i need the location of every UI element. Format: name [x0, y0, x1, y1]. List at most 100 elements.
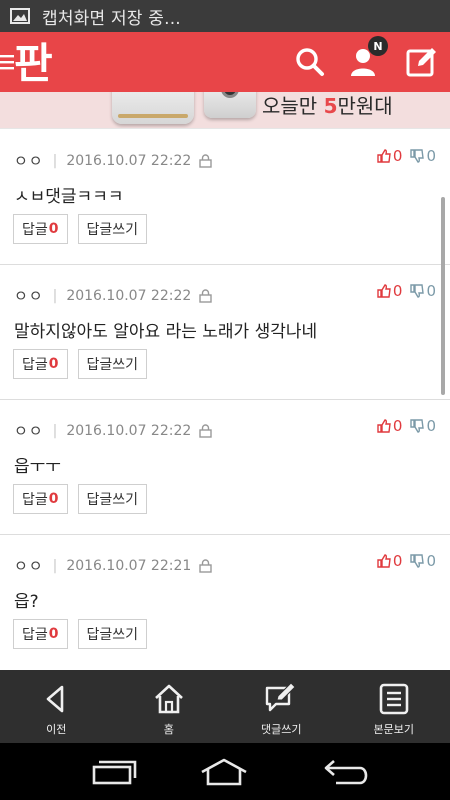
dislike-button[interactable]: 0 [410, 552, 436, 570]
recent-apps-button[interactable] [85, 755, 145, 789]
vote-area: 0 0 [377, 417, 436, 435]
ad-banner[interactable]: 오늘만 5만원대 [0, 92, 450, 129]
like-button[interactable]: 0 [377, 552, 403, 570]
like-count: 0 [392, 147, 403, 165]
meta-divider: | [52, 557, 58, 574]
comment-actions: 답글 0 답글쓰기 [13, 619, 157, 649]
vote-area: 0 0 [377, 552, 436, 570]
dislike-button[interactable]: 0 [410, 417, 436, 435]
write-post-button[interactable] [402, 42, 442, 82]
notification-badge: N [368, 36, 388, 56]
reply-label: 답글 [22, 627, 48, 643]
write-reply-button[interactable]: 답글쓰기 [77, 349, 148, 379]
comment-text: ㅅㅂ댓글ㅋㅋㅋ [14, 187, 124, 207]
comment-text: 읍? [14, 592, 39, 612]
nav-home-button[interactable] [194, 755, 254, 789]
comment-date: 2016.10.07 22:22 [66, 422, 192, 439]
comment-author[interactable]: ㅇㅇ [14, 285, 44, 306]
toolbar-view-article-button[interactable]: 본문보기 [338, 670, 450, 743]
meta-divider: | [52, 287, 58, 304]
comment-author[interactable]: ㅇㅇ [14, 420, 44, 441]
like-button[interactable]: 0 [377, 417, 403, 435]
comment-text: 읍ㅜㅜ [14, 457, 61, 477]
toolbar-label: 홈 [163, 723, 174, 736]
reply-count-button[interactable]: 답글 0 [13, 349, 68, 379]
vote-area: 0 0 [377, 147, 436, 165]
appliance-image [112, 92, 194, 124]
vote-area: 0 0 [377, 282, 436, 300]
reply-count: 0 [48, 221, 59, 237]
status-bar: 캡처화면 저장 중... [0, 0, 450, 32]
reply-count-button[interactable]: 답글 0 [13, 484, 68, 514]
reply-label: 답글 [22, 492, 48, 508]
banner-text-suffix: 만원대 [337, 94, 393, 118]
lock-icon[interactable] [199, 288, 212, 303]
back-triangle-icon [46, 685, 64, 713]
comment-date: 2016.10.07 22:22 [66, 287, 192, 304]
banner-text: 오늘만 5만원대 [262, 92, 393, 119]
comment-meta: ㅇㅇ | 2016.10.07 22:21 [14, 555, 212, 576]
comment-item: ㅇㅇ | 2016.10.07 22:22 0 0 말하지않아도 알아요 라는 … [0, 265, 450, 400]
write-reply-button[interactable]: 답글쓰기 [77, 619, 148, 649]
like-count: 0 [392, 282, 403, 300]
home-icon [201, 758, 247, 786]
reply-count: 0 [48, 626, 59, 642]
reply-count-button[interactable]: 답글 0 [13, 619, 68, 649]
recent-apps-icon [92, 760, 137, 785]
comment-meta: ㅇㅇ | 2016.10.07 22:22 [14, 285, 212, 306]
thumbs-up-icon [377, 419, 391, 433]
comment-author[interactable]: ㅇㅇ [14, 555, 44, 576]
like-count: 0 [392, 552, 403, 570]
thumbs-down-icon [410, 419, 425, 433]
comment-actions: 답글 0 답글쓰기 [13, 484, 157, 514]
like-count: 0 [392, 417, 403, 435]
thumbs-up-icon [377, 554, 391, 568]
dislike-button[interactable]: 0 [410, 147, 436, 165]
reply-count: 0 [48, 356, 59, 372]
comment-author[interactable]: ㅇㅇ [14, 150, 44, 171]
toolbar-label: 본문보기 [373, 723, 414, 736]
write-reply-button[interactable]: 답글쓰기 [77, 214, 148, 244]
comment-actions: 답글 0 답글쓰기 [13, 349, 157, 379]
meta-divider: | [52, 422, 58, 439]
meta-divider: | [52, 152, 58, 169]
toolbar-home-button[interactable]: 홈 [113, 670, 226, 743]
thumbs-up-icon [377, 149, 391, 163]
write-comment-icon [266, 683, 296, 712]
dislike-count: 0 [426, 282, 436, 300]
pann-logo[interactable]: 판 [14, 34, 58, 90]
thumbs-up-icon [377, 284, 391, 298]
document-icon [379, 683, 409, 715]
toolbar-back-button[interactable]: 이전 [0, 670, 113, 743]
dislike-button[interactable]: 0 [410, 282, 436, 300]
write-reply-button[interactable]: 답글쓰기 [77, 484, 148, 514]
like-button[interactable]: 0 [377, 147, 403, 165]
comment-item: ㅇㅇ | 2016.10.07 22:21 0 0 읍? 답글 0 답글쓰기 [0, 535, 450, 668]
like-button[interactable]: 0 [377, 282, 403, 300]
search-icon [296, 48, 324, 76]
comment-item: ㅇㅇ | 2016.10.07 22:22 0 0 ㅅㅂ댓글ㅋㅋㅋ 답글 0 답글… [0, 130, 450, 265]
lock-icon[interactable] [199, 423, 212, 438]
search-button[interactable] [290, 42, 330, 82]
bottom-toolbar: 이전 홈 댓글쓰기 본문보기 [0, 670, 450, 743]
dislike-count: 0 [426, 147, 436, 165]
toolbar-label: 이전 [46, 723, 67, 736]
comment-meta: ㅇㅇ | 2016.10.07 22:22 [14, 150, 212, 171]
reply-count: 0 [48, 491, 59, 507]
reply-label: 답글 [22, 222, 48, 238]
toolbar-write-comment-button[interactable]: 댓글쓰기 [225, 670, 338, 743]
thumbs-down-icon [410, 284, 425, 298]
status-text: 캡처화면 저장 중... [42, 8, 181, 29]
reply-count-button[interactable]: 답글 0 [13, 214, 68, 244]
comment-list: ㅇㅇ | 2016.10.07 22:22 0 0 ㅅㅂ댓글ㅋㅋㅋ 답글 0 답글… [0, 130, 450, 668]
reply-label: 답글 [22, 357, 48, 373]
lock-icon[interactable] [199, 153, 212, 168]
scrollbar[interactable] [441, 197, 445, 395]
lock-icon[interactable] [199, 558, 212, 573]
nav-back-button[interactable] [318, 755, 378, 789]
app-header: 판 N [0, 32, 450, 92]
dislike-count: 0 [426, 552, 436, 570]
home-icon [154, 684, 183, 714]
system-nav-bar [0, 743, 450, 800]
comment-item: ㅇㅇ | 2016.10.07 22:22 0 0 읍ㅜㅜ 답글 0 답글쓰기 [0, 400, 450, 535]
